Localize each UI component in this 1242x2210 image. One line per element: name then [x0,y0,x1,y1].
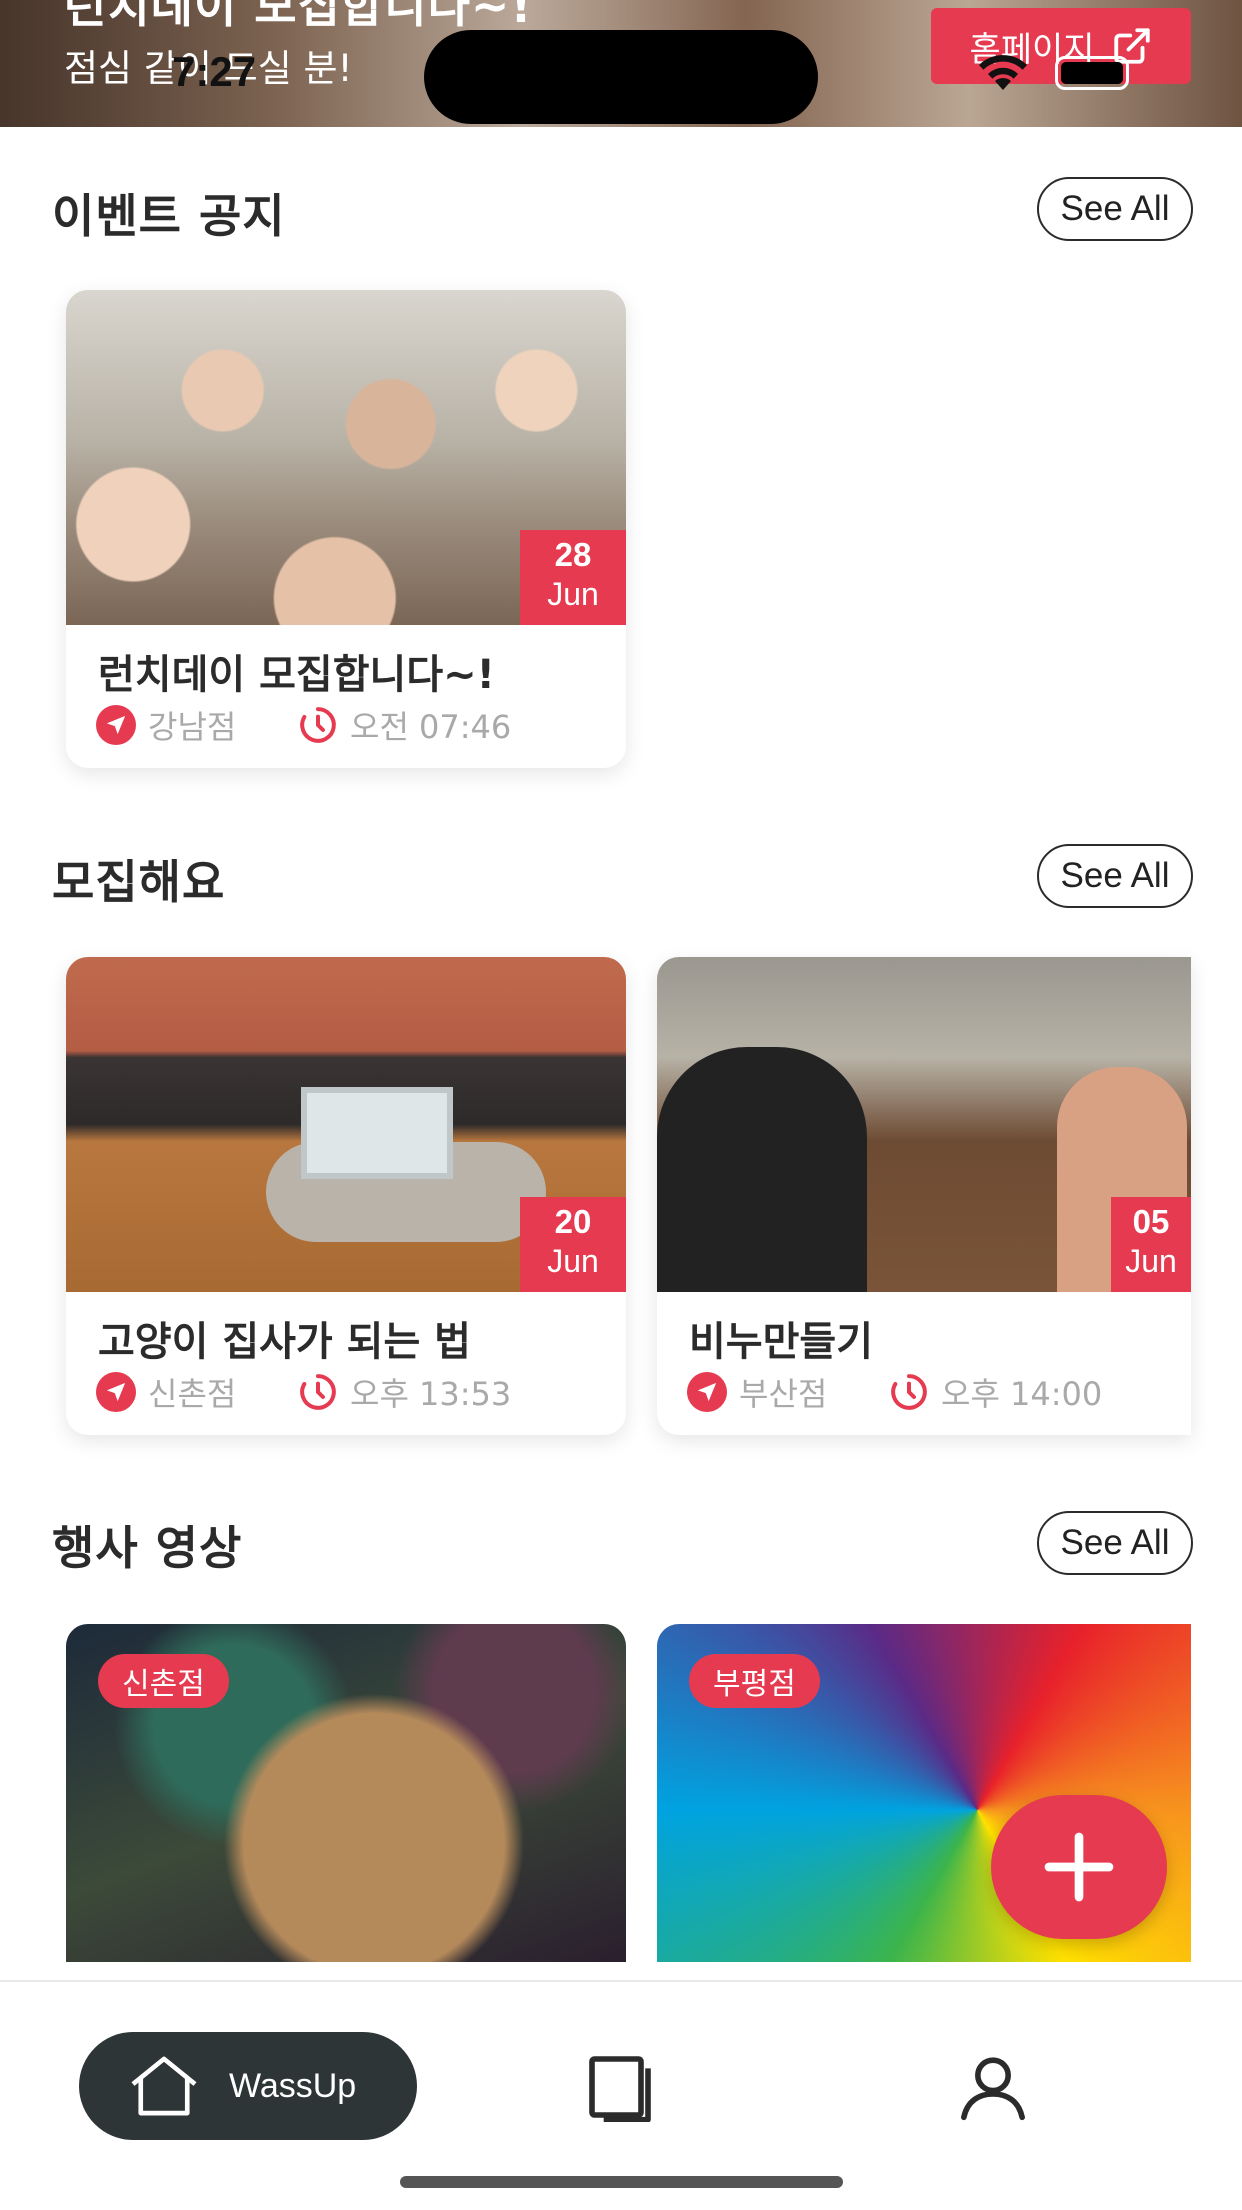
home-indicator [400,2176,843,2188]
clock-icon [891,1374,927,1410]
wifi-icon [979,55,1027,90]
add-button[interactable] [991,1795,1167,1939]
card-title: 런치데이 모집합니다~! [98,652,495,698]
video-card[interactable]: 신촌점 [66,1624,626,1962]
clock-icon [300,707,336,743]
location-arrow-icon [96,1372,136,1412]
see-all-events-button[interactable]: See All [1037,177,1193,241]
date-badge: 20 Jun [520,1197,626,1292]
date-badge: 05 Jun [1111,1197,1191,1292]
card-location: 신촌점 [96,1369,236,1415]
card-time: 오전 07:46 [298,702,511,748]
event-card[interactable]: 28 Jun 런치데이 모집합니다~! 강남점 오전 07:46 [66,290,626,768]
bottom-nav: WassUp [0,1980,1242,2210]
nav-profile-icon[interactable] [958,2052,1028,2122]
plus-icon [1044,1832,1114,1902]
see-all-videos-button[interactable]: See All [1037,1511,1193,1575]
time-label: 오후 14:00 [941,1375,1103,1413]
date-badge: 28 Jun [520,530,626,625]
card-title: 비누만들기 [689,1319,873,1365]
see-all-recruit-button[interactable]: See All [1037,844,1193,908]
section-title-videos: 행사 영상 [52,1521,243,1575]
nav-home-label: WassUp [229,2066,357,2105]
home-icon [131,2056,197,2116]
recruit-card[interactable]: 20 Jun 고양이 집사가 되는 법 신촌점 오후 13:53 [66,957,626,1435]
location-label: 신촌점 [148,1375,237,1413]
card-location: 부산점 [687,1369,827,1415]
time-label: 오후 13:53 [350,1375,512,1413]
nav-home-tab[interactable]: WassUp [79,2032,417,2140]
card-location: 강남점 [96,702,236,748]
location-label: 부산점 [739,1375,828,1413]
location-label: 강남점 [148,708,237,746]
date-day: 20 [554,1203,592,1240]
location-arrow-icon [687,1372,727,1412]
date-month: Jun [547,1243,599,1279]
section-title-events: 이벤트 공지 [52,189,286,243]
location-badge: 부평점 [689,1654,820,1708]
time-label: 오전 07:46 [350,708,512,746]
date-month: Jun [1125,1243,1177,1279]
battery-icon [1055,56,1129,90]
location-badge: 신촌점 [98,1654,229,1708]
clock-icon [300,1374,336,1410]
nav-board-icon[interactable] [585,2052,655,2122]
card-title: 고양이 집사가 되는 법 [98,1319,471,1365]
card-time: 오후 13:53 [298,1369,511,1415]
date-day: 28 [554,536,592,573]
status-time: 7:27 [172,48,257,95]
location-arrow-icon [96,705,136,745]
card-time: 오후 14:00 [889,1369,1102,1415]
recruit-card[interactable]: 05 Jun 비누만들기 부산점 오후 14:00 [657,957,1191,1435]
section-title-recruit: 모집해요 [52,855,226,909]
date-month: Jun [547,576,599,612]
dynamic-island [424,30,818,124]
date-day: 05 [1132,1203,1170,1240]
